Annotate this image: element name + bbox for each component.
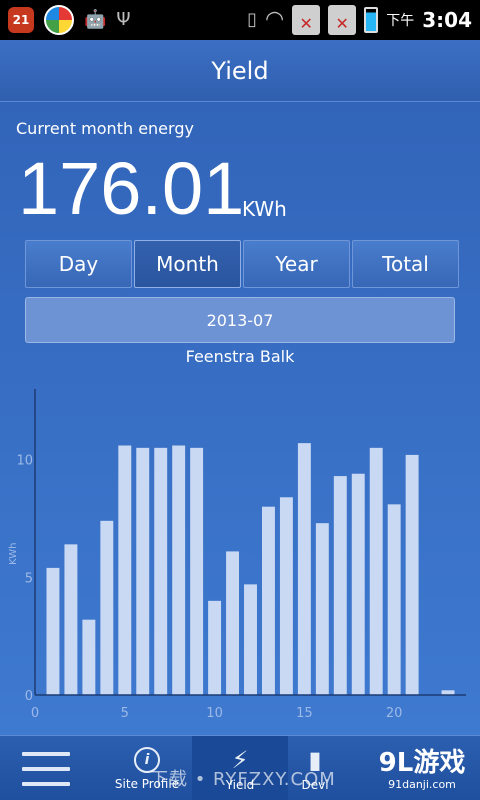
site-name: Feenstra Balk [185,347,295,366]
android-icon: 🤖 [84,9,107,30]
status-bar-right: ▯ ◠ ✕ ✕ 下午 3:04 [247,5,472,35]
bar-day-16 [315,523,329,695]
page-title: Yield [211,56,269,85]
bar-day-1 [46,567,60,695]
bar-day-20 [387,504,401,695]
period-tabs: Day Month Year Total [25,240,459,288]
yield-bar-chart: 0 5 10 15 20 0 5 10 KWh [8,389,466,721]
y-tick-label: 0 [25,689,33,704]
no-signal-sim2-icon: ✕ [328,5,357,35]
bar-day-5 [118,445,132,695]
bar-day-21 [405,454,419,695]
bar-day-6 [136,447,150,695]
bar-day-8 [172,445,186,695]
x-tick-label: 10 [206,706,223,721]
y-tick-label: 10 [16,454,33,469]
bar-day-12 [244,584,257,695]
tab-month[interactable]: Month [134,240,241,288]
calendar-notification-icon: 21 [8,7,34,33]
chart-app-icon [44,5,74,35]
no-signal-sim1-icon: ✕ [292,5,321,35]
bar-day-9 [190,447,204,695]
main-content: Current month energy 176.01 KWh Day Mont… [0,103,480,735]
status-bar: 21 🤖 Ψ ▯ ◠ ✕ ✕ 下午 3:04 [0,0,480,40]
status-ampm: 下午 [386,13,415,29]
battery-charging-icon [364,7,379,33]
menu-icon[interactable] [22,752,70,786]
bar-day-2 [64,544,78,695]
bar-day-7 [154,447,168,695]
tab-day[interactable]: Day [25,240,132,288]
x-tick-label: 0 [31,706,39,721]
logo-main: 9L游戏 [378,748,466,778]
wifi-icon: ◠ [265,7,285,32]
bar-day-15 [297,443,311,695]
site-logo: 9L游戏 91danji.com [372,748,472,796]
energy-unit: KWh [242,197,287,221]
logo-sub: 91danji.com [388,778,456,791]
bar-day-4 [100,520,114,695]
tab-year[interactable]: Year [243,240,350,288]
y-tick-label: 5 [25,571,33,586]
x-tick-label: 15 [296,706,313,721]
status-time: 3:04 [422,8,472,32]
status-bar-left: 21 🤖 Ψ [8,5,131,35]
y-axis-label: KWh [8,543,19,565]
watermark-text: 下载 • RYFZXY.COM [150,769,336,790]
notification-count: 21 [12,13,30,27]
bar-day-18 [351,473,365,695]
tab-total[interactable]: Total [352,240,459,288]
title-bar: Yield [0,40,480,102]
x-tick-label: 5 [121,706,129,721]
vibrate-icon: ▯ [247,9,258,30]
energy-value: 176.01 [18,147,245,230]
date-selector[interactable]: 2013-07 [25,297,455,343]
bar-day-13 [261,506,275,695]
bar-day-11 [226,551,240,695]
x-tick-label: 20 [386,706,403,721]
bar-day-19 [369,447,383,695]
bar-day-10 [208,600,222,695]
bar-day-14 [279,497,293,695]
bar-day-3 [82,619,96,695]
bar-day-17 [333,476,347,695]
usb-icon: Ψ [116,9,131,30]
energy-label: Current month energy [16,119,194,138]
